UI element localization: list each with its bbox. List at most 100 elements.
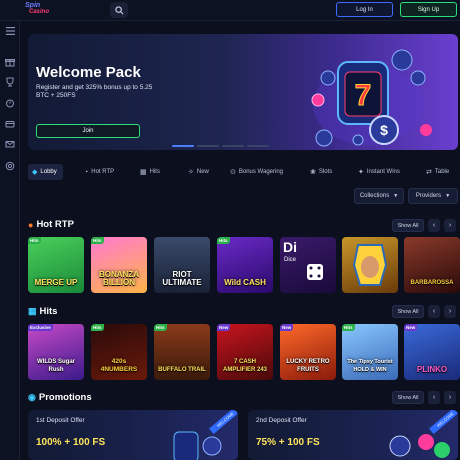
tab-bonus-wagering[interactable]: ⊙ Bonus Wagering <box>226 164 287 180</box>
promo-card[interactable]: 1st Deposit Offer 100% + 100 FS WELCOME <box>28 410 238 460</box>
scroll-left-button[interactable]: ‹ <box>428 305 440 318</box>
section-title-promotions: ◉ Promotions <box>28 392 92 403</box>
table-icon: ⇄ <box>426 169 432 176</box>
slot-machine-illustration: 7 $ <box>311 49 432 147</box>
hero-banner[interactable]: 7 $ Welcome Pack Register and get 325% b… <box>28 34 458 150</box>
game-tile[interactable]: Hits BONANZA BILLION <box>91 237 147 293</box>
game-tile[interactable]: New LUCKY RETRO FRUITS <box>280 324 336 380</box>
tab-label: Slots <box>318 169 333 175</box>
game-title: 7 CASH AMPLIFIER 243 <box>222 359 267 373</box>
join-button[interactable]: Join <box>36 124 140 138</box>
game-title: BARBAROSSA <box>410 280 454 286</box>
game-tile[interactable]: Hits Wild CASH <box>217 237 273 293</box>
hero-title: Welcome Pack <box>36 64 141 81</box>
scroll-right-button[interactable]: › <box>444 305 456 318</box>
game-badge: New <box>280 324 294 331</box>
tab-hits[interactable]: ▦ Hits <box>136 164 164 180</box>
carousel-dot[interactable] <box>197 145 219 147</box>
tab-table[interactable]: ⇄ Table <box>422 164 453 180</box>
slots-icon: ❀ <box>310 169 316 176</box>
tab-label: Hits <box>149 169 160 175</box>
game-tile[interactable]: New 7 CASH AMPLIFIER 243 <box>217 324 273 380</box>
login-button[interactable]: Log In <box>336 2 393 17</box>
hits-icon: ▦ <box>140 169 147 176</box>
dice-icon <box>307 264 323 280</box>
logo-text-bottom: Casino <box>29 9 50 15</box>
tab-slots[interactable]: ❀ Slots <box>306 164 336 180</box>
game-tile[interactable]: New PLINKO <box>404 324 460 380</box>
pharaoh-illustration <box>352 244 388 286</box>
game-tile[interactable] <box>342 237 398 293</box>
alarm-clock-icon[interactable] <box>4 97 16 109</box>
game-tile[interactable]: Hits MERGE UP <box>28 237 84 293</box>
casino-logo[interactable]: Spin Casino <box>25 2 49 18</box>
game-tile[interactable]: RIOT ULTIMATE <box>154 237 210 293</box>
tab-instant-wins[interactable]: ✦ Instant Wins <box>354 164 404 180</box>
game-badge: Hits <box>217 237 230 244</box>
hero-subtitle: Register and get 325% bonus up to 5.25 B… <box>36 84 153 99</box>
game-tile[interactable]: Hits BUFFALO TRAIL <box>154 324 210 380</box>
search-button[interactable] <box>110 2 128 18</box>
game-badge: New <box>404 324 418 331</box>
game-tile[interactable]: Hits The Tipsy Tourist HOLD & WIN <box>342 324 398 380</box>
section-title-text: Promotions <box>38 392 92 403</box>
tab-new[interactable]: ✧ New <box>184 164 213 180</box>
tab-label: New <box>196 169 209 175</box>
tab-label: Instant Wins <box>366 169 400 175</box>
tab-lobby[interactable]: ◆ Lobby <box>28 164 63 180</box>
chevron-down-icon: ▼ <box>445 193 451 199</box>
signup-button[interactable]: Sign Up <box>400 2 457 17</box>
carousel-dot[interactable] <box>222 145 244 147</box>
flame-icon: ● <box>28 219 34 230</box>
game-title: LUCKY RETRO FRUITS <box>286 359 330 373</box>
section-title-hits: ▦ Hits <box>28 306 57 317</box>
game-badge: Hits <box>342 324 355 331</box>
promo-value: 100% + 100 FS <box>36 437 106 448</box>
game-title: 420s 4NUMBERS <box>100 358 138 373</box>
promo-label: 2nd Deposit Offer <box>256 417 307 424</box>
game-tile[interactable]: Exclusive WILDS Sugar Rush <box>28 324 84 380</box>
scroll-left-button[interactable]: ‹ <box>428 219 440 232</box>
promo-card[interactable]: 2nd Deposit Offer 75% + 100 FS WELCOME <box>248 410 458 460</box>
scroll-left-button[interactable]: ‹ <box>428 391 440 404</box>
carousel-dot[interactable] <box>247 145 269 147</box>
game-title: BONANZA BILLION <box>99 270 139 287</box>
scroll-right-button[interactable]: › <box>444 391 456 404</box>
new-icon: ✧ <box>188 169 194 176</box>
tab-label: Table <box>434 169 450 175</box>
support-icon[interactable] <box>4 160 16 172</box>
game-title: The Tipsy Tourist HOLD & WIN <box>347 359 393 373</box>
game-badge: Hits <box>154 324 167 331</box>
menu-icon[interactable] <box>4 25 16 37</box>
gift-icon[interactable] <box>4 56 16 68</box>
trophy-icon[interactable] <box>4 76 16 88</box>
game-tile[interactable]: Hits 420s 4NUMBERS <box>91 324 147 380</box>
wallet-icon[interactable] <box>4 118 16 130</box>
promo-value: 75% + 100 FS <box>256 437 320 448</box>
game-badge: Hits <box>28 237 41 244</box>
tab-hot-rtp[interactable]: ◔ Hot RTP <box>80 164 118 180</box>
show-all-button[interactable]: Show All <box>392 391 424 404</box>
sidebar <box>0 21 20 460</box>
game-title: Wild CASH <box>224 278 266 287</box>
game-title: MERGE UP <box>34 278 78 287</box>
lobby-icon: ◆ <box>32 169 38 176</box>
top-bar: Spin Casino Log In Sign Up <box>0 0 460 21</box>
svg-text:$: $ <box>380 122 388 138</box>
promo-label: 1st Deposit Offer <box>36 417 85 424</box>
providers-dropdown[interactable]: Providers ▼ <box>408 188 458 204</box>
collections-dropdown[interactable]: Collections ▼ <box>354 188 404 204</box>
mail-icon[interactable] <box>4 138 16 150</box>
game-title: WILDS Sugar Rush <box>36 359 75 373</box>
dice-label: Dice <box>284 257 297 263</box>
show-all-button[interactable]: Show All <box>392 305 424 318</box>
scroll-right-button[interactable]: › <box>444 219 456 232</box>
tab-label: Hot RTP <box>91 169 115 175</box>
logo-text-top: Spin <box>25 2 41 9</box>
show-all-button[interactable]: Show All <box>392 219 424 232</box>
game-badge: Exclusive <box>28 324 53 331</box>
game-title: BUFFALO TRAIL <box>158 367 206 373</box>
game-tile[interactable]: Di Dice <box>280 237 336 293</box>
carousel-dot[interactable] <box>172 145 194 147</box>
game-tile[interactable]: BARBAROSSA <box>404 237 460 293</box>
